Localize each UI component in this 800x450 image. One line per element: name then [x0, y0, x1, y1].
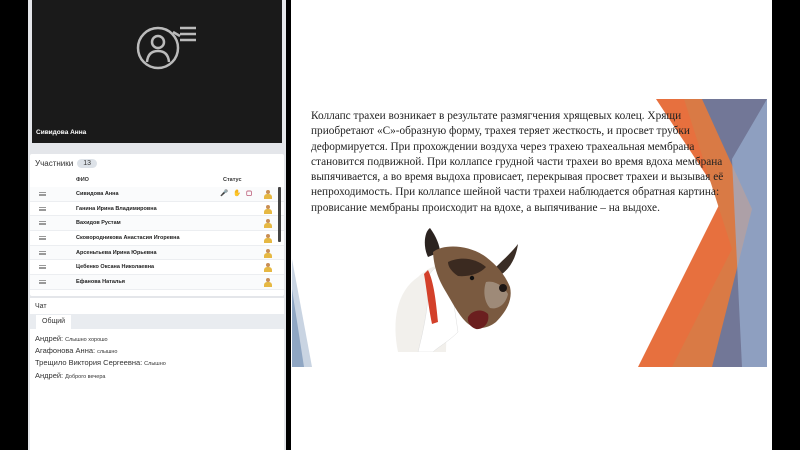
participant-name: Ефанова Наталья: [76, 279, 125, 286]
participants-header: Участники 13: [35, 159, 98, 168]
participant-name: Ганина Ирина Владимировна: [76, 205, 157, 212]
participant-row[interactable]: Сковородникова Анастасия Игоревна: [30, 231, 284, 246]
participant-row[interactable]: Цебенко Оксана Николаевна: [30, 260, 284, 276]
chat-message-text: слышно: [97, 349, 118, 356]
participant-name: Вахидов Рустам: [76, 220, 121, 227]
chat-message: Андрей: Слышно хорошо: [35, 333, 280, 345]
video-tile[interactable]: Сивидова Анна: [32, 0, 282, 143]
participant-name: Сковородникова Анастасия Игоревна: [76, 235, 180, 242]
chat-message-text: Слышно хорошо: [65, 337, 108, 343]
drag-handle-icon[interactable]: [39, 236, 46, 241]
chat-message-author: Андрей:: [35, 370, 64, 380]
participants-panel: Участники 13 ФИО Статус Сивидова Анна 🎤 ✋ ▢…: [30, 154, 284, 296]
chat-messages: Андрей: Слышно хорошо Агафонова Анна: слы…: [35, 333, 280, 382]
chat-title: Чат: [35, 303, 47, 310]
chat-message-author: Трещило Виктория Сергеевна:: [35, 358, 143, 368]
chat-message: Андрей: Доброго вечера: [35, 370, 280, 382]
participant-name: Арсеньтьева Ирина Юрьевна: [76, 249, 157, 256]
drag-handle-icon[interactable]: [39, 192, 46, 196]
chat-message-author: Андрей:: [35, 334, 64, 343]
user-role-icon: [264, 190, 272, 199]
camera-off-user-icon: [136, 26, 196, 70]
participant-row[interactable]: Ефанова Наталья: [30, 275, 284, 290]
chat-tab-general[interactable]: Общий: [36, 315, 72, 329]
hand-raise-icon[interactable]: ✋: [233, 190, 241, 198]
chat-message: Трещило Виктория Сергеевна: Слышно: [35, 357, 280, 369]
chat-message: Агафонова Анна: слышно: [35, 345, 280, 357]
participant-name: Сивидова Анна: [76, 191, 119, 197]
participants-column-headers: ФИО Статус: [30, 177, 284, 187]
chat-message-text: Доброго вечера: [65, 373, 106, 380]
user-role-icon: [264, 234, 272, 244]
user-role-icon: [264, 204, 272, 214]
participants-title: Участники: [35, 159, 74, 168]
drag-handle-icon[interactable]: [39, 280, 46, 285]
column-header-name[interactable]: ФИО: [76, 177, 89, 183]
chat-panel: Чат Общий Андрей: Слышно хорошо Агафонова…: [30, 298, 284, 450]
chat-message-text: Слышно: [144, 361, 166, 368]
participant-row[interactable]: Арсеньтьева Ирина Юрьевна: [30, 245, 284, 261]
screen-share-icon[interactable]: ▢: [246, 190, 252, 198]
chat-message-author: Агафонова Анна:: [35, 346, 96, 356]
drag-handle-icon[interactable]: [39, 221, 46, 226]
user-role-icon: [264, 248, 272, 258]
presentation-slide: Коллапс трахеи возникает в результате ра…: [292, 99, 767, 367]
presentation-area: Коллапс трахеи возникает в результате ра…: [291, 0, 772, 450]
slide-text: Коллапс трахеи возникает в результате ра…: [311, 110, 724, 214]
column-header-status[interactable]: Статус: [223, 177, 242, 183]
coughing-dog-image: [395, 228, 518, 352]
participant-row[interactable]: Сивидова Анна 🎤 ✋ ▢: [30, 187, 284, 202]
left-panel: Сивидова Анна Участники 13 ФИО Статус Си…: [28, 0, 286, 450]
drag-handle-icon[interactable]: [39, 250, 46, 255]
participant-name: Цебенко Оксана Николаевна: [76, 264, 155, 271]
drag-handle-icon[interactable]: [39, 265, 46, 270]
user-role-icon: [264, 278, 272, 288]
participants-list: Сивидова Анна 🎤 ✋ ▢ Ганина Ирина Владимировн…: [30, 187, 284, 290]
participant-row[interactable]: Вахидов Рустам: [30, 216, 284, 232]
user-role-icon: [264, 263, 272, 273]
microphone-icon[interactable]: 🎤: [220, 190, 228, 198]
speaker-name: Сивидова Анна: [36, 129, 87, 136]
participants-scrollbar[interactable]: [278, 187, 281, 242]
participants-count-badge: 13: [77, 159, 98, 168]
drag-handle-icon[interactable]: [39, 206, 46, 211]
user-role-icon: [264, 219, 272, 229]
participant-row[interactable]: Ганина Ирина Владимировна: [30, 202, 284, 217]
